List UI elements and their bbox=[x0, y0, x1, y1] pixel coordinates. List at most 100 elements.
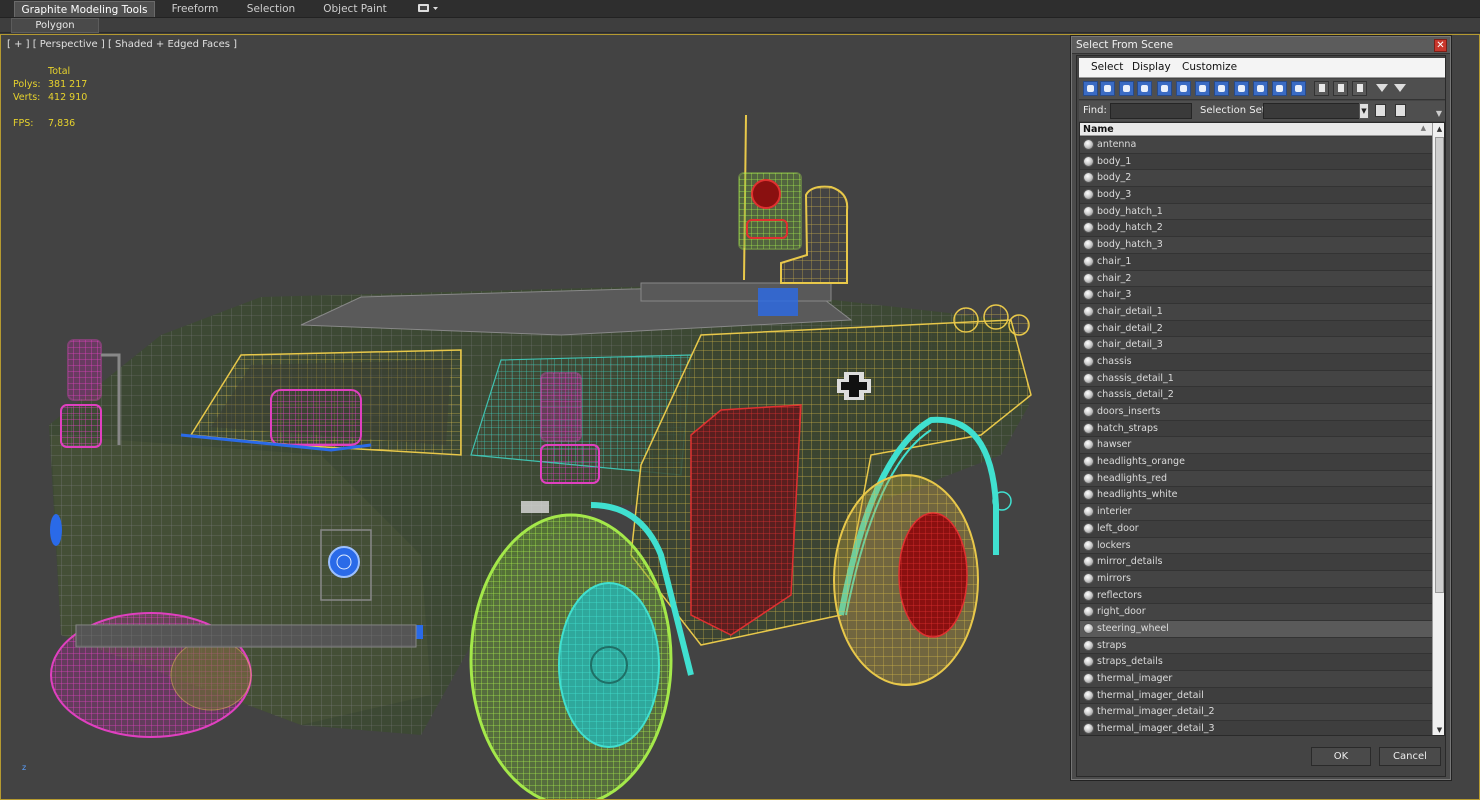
list-item[interactable]: chassis bbox=[1080, 353, 1432, 371]
display-bones-icon[interactable] bbox=[1234, 81, 1249, 96]
ok-button[interactable]: OK bbox=[1311, 747, 1371, 766]
menu-display[interactable]: Display bbox=[1132, 61, 1171, 73]
list-scrollbar[interactable]: ▲ ▼ bbox=[1432, 123, 1444, 735]
list-item[interactable]: body_3 bbox=[1080, 187, 1432, 204]
list-item[interactable]: hawser bbox=[1080, 437, 1432, 455]
list-item[interactable]: chassis_detail_1 bbox=[1080, 370, 1432, 388]
list-item[interactable]: chair_detail_2 bbox=[1080, 320, 1432, 338]
list-item[interactable]: thermal_imager_detail_2 bbox=[1080, 704, 1432, 722]
display-lights-icon[interactable] bbox=[1119, 81, 1134, 96]
list-item[interactable]: thermal_imager_detail_3 bbox=[1080, 721, 1432, 735]
ribbon-options-button[interactable] bbox=[418, 3, 440, 14]
display-cameras-icon[interactable] bbox=[1137, 81, 1152, 96]
list-item[interactable]: chair_detail_3 bbox=[1080, 337, 1432, 354]
list-item[interactable]: mirror_details bbox=[1080, 554, 1432, 571]
selection-set-field[interactable] bbox=[1263, 103, 1361, 119]
list-item[interactable]: interier bbox=[1080, 504, 1432, 521]
list-item[interactable]: antenna bbox=[1080, 137, 1432, 154]
close-icon[interactable]: ✕ bbox=[1434, 39, 1447, 52]
create-selection-set-icon[interactable] bbox=[1375, 104, 1386, 117]
list-item-label: steering_wheel bbox=[1097, 622, 1169, 634]
list-item-label: chair_detail_2 bbox=[1097, 322, 1163, 334]
display-groups-icon[interactable] bbox=[1195, 81, 1210, 96]
list-item-label: body_3 bbox=[1097, 189, 1132, 201]
list-item[interactable]: straps bbox=[1080, 637, 1432, 655]
display-xrefs-icon[interactable] bbox=[1214, 81, 1229, 96]
find-bar: Find: Selection Set: ▼ ▼ bbox=[1079, 101, 1445, 121]
list-item[interactable]: mirrors bbox=[1080, 570, 1432, 588]
menu-customize[interactable]: Customize bbox=[1182, 61, 1237, 73]
list-item[interactable]: body_1 bbox=[1080, 153, 1432, 171]
select-from-scene-dialog: Select From Scene ✕ Select Display Custo… bbox=[1071, 36, 1451, 780]
column-header-name[interactable]: Name bbox=[1083, 123, 1114, 136]
list-item[interactable]: hatch_straps bbox=[1080, 420, 1432, 438]
filter-icon[interactable] bbox=[1375, 81, 1390, 96]
list-item[interactable]: doors_inserts bbox=[1080, 404, 1432, 421]
object-sphere-icon bbox=[1083, 522, 1094, 534]
scroll-thumb[interactable] bbox=[1435, 137, 1444, 593]
tab-freeform[interactable]: Freeform bbox=[165, 1, 225, 17]
select-all-icon[interactable] bbox=[1314, 81, 1329, 96]
list-header[interactable]: Name ▲ bbox=[1080, 123, 1432, 136]
list-item-label: chair_2 bbox=[1097, 272, 1132, 284]
list-item[interactable]: chair_2 bbox=[1080, 270, 1432, 288]
display-frozen-icon[interactable] bbox=[1272, 81, 1287, 96]
find-input[interactable] bbox=[1110, 103, 1192, 119]
list-item[interactable]: right_door bbox=[1080, 604, 1432, 621]
list-item[interactable]: headlights_orange bbox=[1080, 454, 1432, 471]
list-item[interactable]: body_hatch_1 bbox=[1080, 203, 1432, 221]
display-helpers-icon[interactable] bbox=[1157, 81, 1172, 96]
object-sphere-icon bbox=[1083, 339, 1094, 351]
list-item-label: doors_inserts bbox=[1097, 406, 1161, 417]
scene-object-list[interactable]: Name ▲ antenna body_1 body_2 body_3 body_hat… bbox=[1079, 122, 1445, 736]
list-item[interactable]: headlights_white bbox=[1080, 487, 1432, 505]
tab-object-paint[interactable]: Object Paint bbox=[318, 1, 392, 17]
list-item[interactable]: body_2 bbox=[1080, 170, 1432, 188]
list-item[interactable]: left_door bbox=[1080, 520, 1432, 538]
list-item-label: chassis_detail_1 bbox=[1097, 372, 1174, 384]
axis-gizmo-label: z bbox=[22, 763, 27, 772]
polygon-modeling-button[interactable]: Polygon Modeling bbox=[11, 18, 99, 45]
object-sphere-icon bbox=[1083, 673, 1094, 684]
list-item[interactable]: body_hatch_2 bbox=[1080, 220, 1432, 238]
list-item[interactable]: headlights_red bbox=[1080, 470, 1432, 488]
dialog-titlebar[interactable]: Select From Scene ✕ bbox=[1072, 37, 1450, 54]
display-shapes-icon[interactable] bbox=[1100, 81, 1115, 96]
list-item[interactable]: chair_3 bbox=[1080, 287, 1432, 304]
object-sphere-icon bbox=[1083, 139, 1094, 150]
filter-options-icon[interactable] bbox=[1393, 81, 1408, 96]
list-item[interactable]: body_hatch_3 bbox=[1080, 237, 1432, 254]
object-sphere-icon bbox=[1083, 506, 1094, 518]
display-geometry-icon[interactable] bbox=[1083, 81, 1098, 96]
select-invert-icon[interactable] bbox=[1352, 81, 1367, 96]
dialog-title: Select From Scene bbox=[1076, 39, 1174, 51]
tab-selection[interactable]: Selection bbox=[240, 1, 302, 17]
list-item[interactable]: thermal_imager bbox=[1080, 671, 1432, 688]
tab-graphite-modeling-tools[interactable]: Graphite Modeling Tools bbox=[14, 1, 155, 17]
object-sphere-icon bbox=[1083, 572, 1094, 584]
list-item[interactable]: steering_wheel bbox=[1080, 620, 1432, 638]
scroll-up-icon[interactable]: ▲ bbox=[1433, 123, 1444, 136]
list-item[interactable]: reflectors bbox=[1080, 587, 1432, 605]
list-item-label: chair_1 bbox=[1097, 255, 1132, 267]
list-item[interactable]: chassis_detail_2 bbox=[1080, 387, 1432, 404]
list-item[interactable]: chair_detail_1 bbox=[1080, 303, 1432, 321]
display-containers-icon[interactable] bbox=[1253, 81, 1268, 96]
list-item-label: chair_detail_3 bbox=[1097, 339, 1163, 351]
select-none-icon[interactable] bbox=[1333, 81, 1348, 96]
list-item[interactable]: thermal_imager_detail bbox=[1080, 687, 1432, 705]
display-hidden-icon[interactable] bbox=[1291, 81, 1306, 96]
cancel-button[interactable]: Cancel bbox=[1379, 747, 1441, 766]
list-item[interactable]: chair_1 bbox=[1080, 253, 1432, 271]
chevron-down-icon[interactable]: ▼ bbox=[1359, 103, 1369, 119]
edit-selection-set-icon[interactable] bbox=[1395, 104, 1406, 117]
viewport-label[interactable]: [ + ] [ Perspective ] [ Shaded + Edged F… bbox=[7, 39, 237, 50]
list-item[interactable]: straps_details bbox=[1080, 654, 1432, 671]
menu-select[interactable]: Select bbox=[1091, 61, 1123, 73]
more-options-icon[interactable]: ▼ bbox=[1436, 109, 1442, 118]
list-item[interactable]: lockers bbox=[1080, 537, 1432, 555]
scroll-down-icon[interactable]: ▼ bbox=[1433, 724, 1444, 735]
list-item-label: straps_details bbox=[1097, 656, 1163, 668]
display-spacewarps-icon[interactable] bbox=[1176, 81, 1191, 96]
list-item-label: antenna bbox=[1097, 139, 1137, 150]
